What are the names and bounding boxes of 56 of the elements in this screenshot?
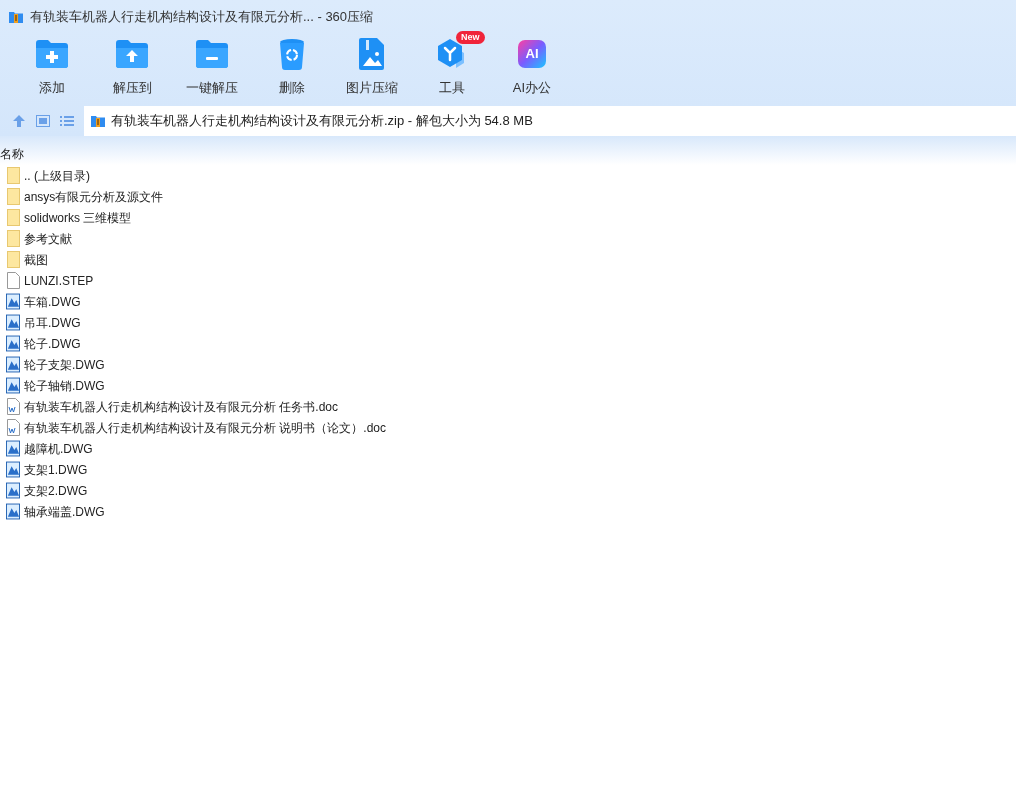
image-file-icon: [359, 38, 385, 70]
folder-minus-icon: [195, 39, 229, 69]
folder-icon: [6, 188, 20, 205]
address-bar[interactable]: 有轨装车机器人行走机构结构设计及有限元分析.zip - 解包大小为 54.8 MB: [84, 106, 1016, 136]
word-document-icon: [6, 398, 20, 415]
folder-icon: [6, 167, 20, 184]
file-row[interactable]: LUNZI.STEP: [0, 270, 1016, 291]
file-row[interactable]: 轮子.DWG: [0, 333, 1016, 354]
up-arrow-icon[interactable]: [12, 114, 26, 128]
window-title: 有轨装车机器人行走机构结构设计及有限元分析... - 360压缩: [30, 8, 374, 27]
file-row[interactable]: 有轨装车机器人行走机构结构设计及有限元分析 说明书（论文）.doc: [0, 417, 1016, 438]
folder-icon: [6, 230, 20, 247]
folder-plus-icon: [35, 39, 69, 69]
list-view-icon[interactable]: [60, 115, 74, 127]
file-row[interactable]: 有轨装车机器人行走机构结构设计及有限元分析 任务书.doc: [0, 396, 1016, 417]
toolbar-button[interactable]: New 工具: [412, 34, 492, 98]
folder-icon: [6, 209, 20, 226]
word-document-icon: [6, 419, 20, 436]
file-row[interactable]: 越障机.DWG: [0, 438, 1016, 459]
ai-icon: AI: [518, 40, 546, 68]
file-row[interactable]: 吊耳.DWG: [0, 312, 1016, 333]
file-row[interactable]: 轮子轴销.DWG: [0, 375, 1016, 396]
column-header[interactable]: 名称: [0, 136, 1016, 165]
folder-upload-icon: [115, 39, 149, 69]
file-row[interactable]: 支架2.DWG: [0, 480, 1016, 501]
drawing-file-icon: [6, 503, 20, 520]
drawing-file-icon: [6, 461, 20, 478]
drawing-file-icon: [6, 356, 20, 373]
file-row[interactable]: 支架1.DWG: [0, 459, 1016, 480]
file-icon: [6, 272, 20, 289]
recycle-bin-icon: [279, 38, 305, 70]
toolbar-button[interactable]: AI AI办公: [492, 34, 572, 98]
file-row[interactable]: 车箱.DWG: [0, 291, 1016, 312]
file-row[interactable]: .. (上级目录): [0, 165, 1016, 186]
toolbar-button[interactable]: 一键解压: [172, 34, 252, 98]
file-row[interactable]: solidworks 三维模型: [0, 207, 1016, 228]
thumbnail-view-icon[interactable]: [36, 115, 50, 127]
archive-icon: [8, 9, 24, 25]
toolbar-button[interactable]: 删除: [252, 34, 332, 98]
file-row[interactable]: ansys有限元分析及源文件: [0, 186, 1016, 207]
folder-icon: [6, 251, 20, 268]
drawing-file-icon: [6, 377, 20, 394]
drawing-file-icon: [6, 482, 20, 499]
toolbar-button[interactable]: 解压到: [92, 34, 172, 98]
drawing-file-icon: [6, 293, 20, 310]
file-row[interactable]: 截图: [0, 249, 1016, 270]
drawing-file-icon: [6, 440, 20, 457]
file-row[interactable]: 轮子支架.DWG: [0, 354, 1016, 375]
drawing-file-icon: [6, 335, 20, 352]
file-row[interactable]: 轴承端盖.DWG: [0, 501, 1016, 522]
drawing-file-icon: [6, 314, 20, 331]
new-badge: New: [456, 31, 485, 44]
toolbar-button[interactable]: 图片压缩: [332, 34, 412, 98]
archive-icon: [90, 113, 106, 129]
file-row[interactable]: 参考文献: [0, 228, 1016, 249]
toolbar-button[interactable]: 添加: [12, 34, 92, 98]
